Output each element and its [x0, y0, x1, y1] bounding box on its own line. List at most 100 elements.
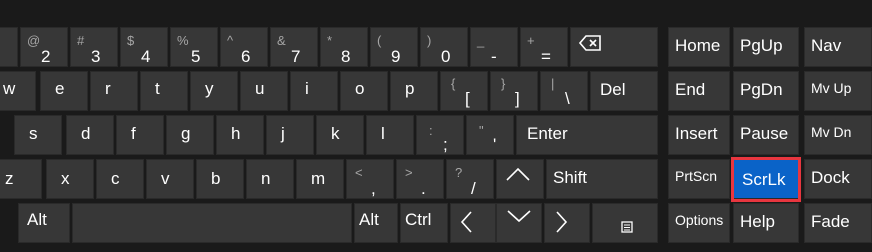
nav-key-insert[interactable]: Insert [668, 115, 730, 155]
main-legend: 3 [91, 47, 101, 66]
key-period[interactable]: >. [396, 159, 444, 199]
key-m[interactable]: m [296, 159, 344, 199]
key-r[interactable]: r [90, 71, 138, 111]
key-j[interactable]: j [266, 115, 314, 155]
space-key[interactable] [72, 203, 352, 243]
right-arrow-key[interactable] [544, 203, 590, 243]
shift-legend: ? [455, 165, 463, 180]
alt-left-key[interactable]: Alt [18, 203, 70, 243]
down-arrow-icon [507, 210, 531, 223]
ctrl-key[interactable]: Ctrl [400, 203, 448, 243]
key-5[interactable]: % 5 [170, 27, 218, 67]
key-n[interactable]: n [246, 159, 294, 199]
nav-key-help[interactable]: Help [733, 203, 799, 243]
nav-key-dock[interactable]: Dock [804, 159, 872, 199]
key-d[interactable]: d [66, 115, 114, 155]
key-y[interactable]: y [190, 71, 238, 111]
key-6[interactable]: ^ 6 [220, 27, 268, 67]
nav-key-fade[interactable]: Fade [804, 203, 872, 243]
nav-key-home[interactable]: Home [668, 27, 730, 67]
key-g[interactable]: g [166, 115, 214, 155]
nav-key-label: Help [740, 212, 775, 231]
shift-key[interactable]: Shift [546, 159, 658, 199]
alt-right-key[interactable]: Alt [354, 203, 398, 243]
main-legend: n [261, 169, 271, 188]
shift-label: Shift [553, 168, 588, 187]
shift-legend: { [451, 76, 456, 91]
key-slash[interactable]: ? / [446, 159, 494, 199]
key-k[interactable]: k [316, 115, 364, 155]
key-s[interactable]: s [14, 115, 62, 155]
right-arrow-icon [556, 211, 568, 233]
key-p[interactable]: p [390, 71, 438, 111]
main-legend: 4 [141, 47, 151, 66]
key-3[interactable]: #3 [70, 27, 118, 67]
key-9[interactable]: (9 [370, 27, 418, 67]
main-legend: ' [493, 135, 497, 154]
nav-key-mv-up[interactable]: Mv Up [804, 71, 872, 111]
nav-key-nav[interactable]: Nav [804, 27, 872, 67]
key-quote[interactable]: " ' [466, 115, 514, 155]
nav-key-options[interactable]: Options [668, 203, 730, 243]
main-legend: \ [565, 89, 570, 108]
shift-legend: > [405, 165, 413, 180]
key-i[interactable]: i [290, 71, 338, 111]
key-x[interactable]: x [46, 159, 94, 199]
main-legend: z [5, 169, 14, 188]
key-o[interactable]: o [340, 71, 388, 111]
del-key[interactable]: Del [590, 71, 658, 111]
key-7[interactable]: & 7 [270, 27, 318, 67]
menu-key[interactable] [592, 203, 658, 243]
key-semicolon[interactable]: :; [416, 115, 464, 155]
alt-label: Alt [27, 210, 47, 229]
main-legend: x [61, 169, 70, 188]
key-u[interactable]: u [240, 71, 288, 111]
key-8[interactable]: * 8 [320, 27, 368, 67]
main-legend: ; [443, 135, 448, 154]
key-comma[interactable]: <, [346, 159, 394, 199]
key-w[interactable]: w [0, 71, 36, 111]
enter-key[interactable]: Enter [516, 115, 658, 155]
selection-highlight [731, 157, 801, 202]
key-v[interactable]: v [146, 159, 194, 199]
key-4[interactable]: $4 [120, 27, 168, 67]
nav-key-pause[interactable]: Pause [733, 115, 799, 155]
nav-key-mv-dn[interactable]: Mv Dn [804, 115, 872, 155]
main-legend: ] [515, 89, 520, 108]
backspace-key[interactable] [570, 27, 658, 67]
main-legend: = [541, 47, 551, 66]
shift-legend: * [327, 33, 333, 48]
main-legend: . [421, 179, 426, 198]
main-legend: , [371, 179, 376, 198]
key-f[interactable]: f [116, 115, 164, 155]
nav-key-end[interactable]: End [668, 71, 730, 111]
nav-key-prtscn[interactable]: PrtScn [668, 159, 730, 199]
key-0[interactable]: ) 0 [420, 27, 468, 67]
key-2[interactable]: @2 [20, 27, 68, 67]
key-h[interactable]: h [216, 115, 264, 155]
main-legend: w [3, 79, 16, 98]
key-blank[interactable] [0, 27, 18, 67]
main-legend: h [231, 124, 241, 143]
key-e[interactable]: e [40, 71, 88, 111]
key-z[interactable]: z [0, 159, 42, 199]
shift-legend: ) [427, 33, 432, 48]
key-b[interactable]: b [196, 159, 244, 199]
key-equals[interactable]: + = [520, 27, 568, 67]
key-rbracket[interactable]: }] [490, 71, 538, 111]
key-minus[interactable]: _ - [470, 27, 518, 67]
nav-key-pgup[interactable]: PgUp [733, 27, 799, 67]
ctrl-label: Ctrl [405, 210, 432, 229]
key-lbracket[interactable]: {[ [440, 71, 488, 111]
key-backslash[interactable]: | \ [540, 71, 588, 111]
down-arrow-key[interactable] [496, 203, 542, 243]
shift-legend: @ [27, 33, 41, 48]
del-label: Del [600, 80, 626, 99]
key-t[interactable]: t [140, 71, 188, 111]
nav-key-pgdn[interactable]: PgDn [733, 71, 799, 111]
up-arrow-key[interactable] [496, 159, 544, 199]
key-l[interactable]: l [366, 115, 414, 155]
left-arrow-key[interactable] [450, 203, 496, 243]
key-c[interactable]: c [96, 159, 144, 199]
main-legend: 6 [241, 47, 251, 66]
